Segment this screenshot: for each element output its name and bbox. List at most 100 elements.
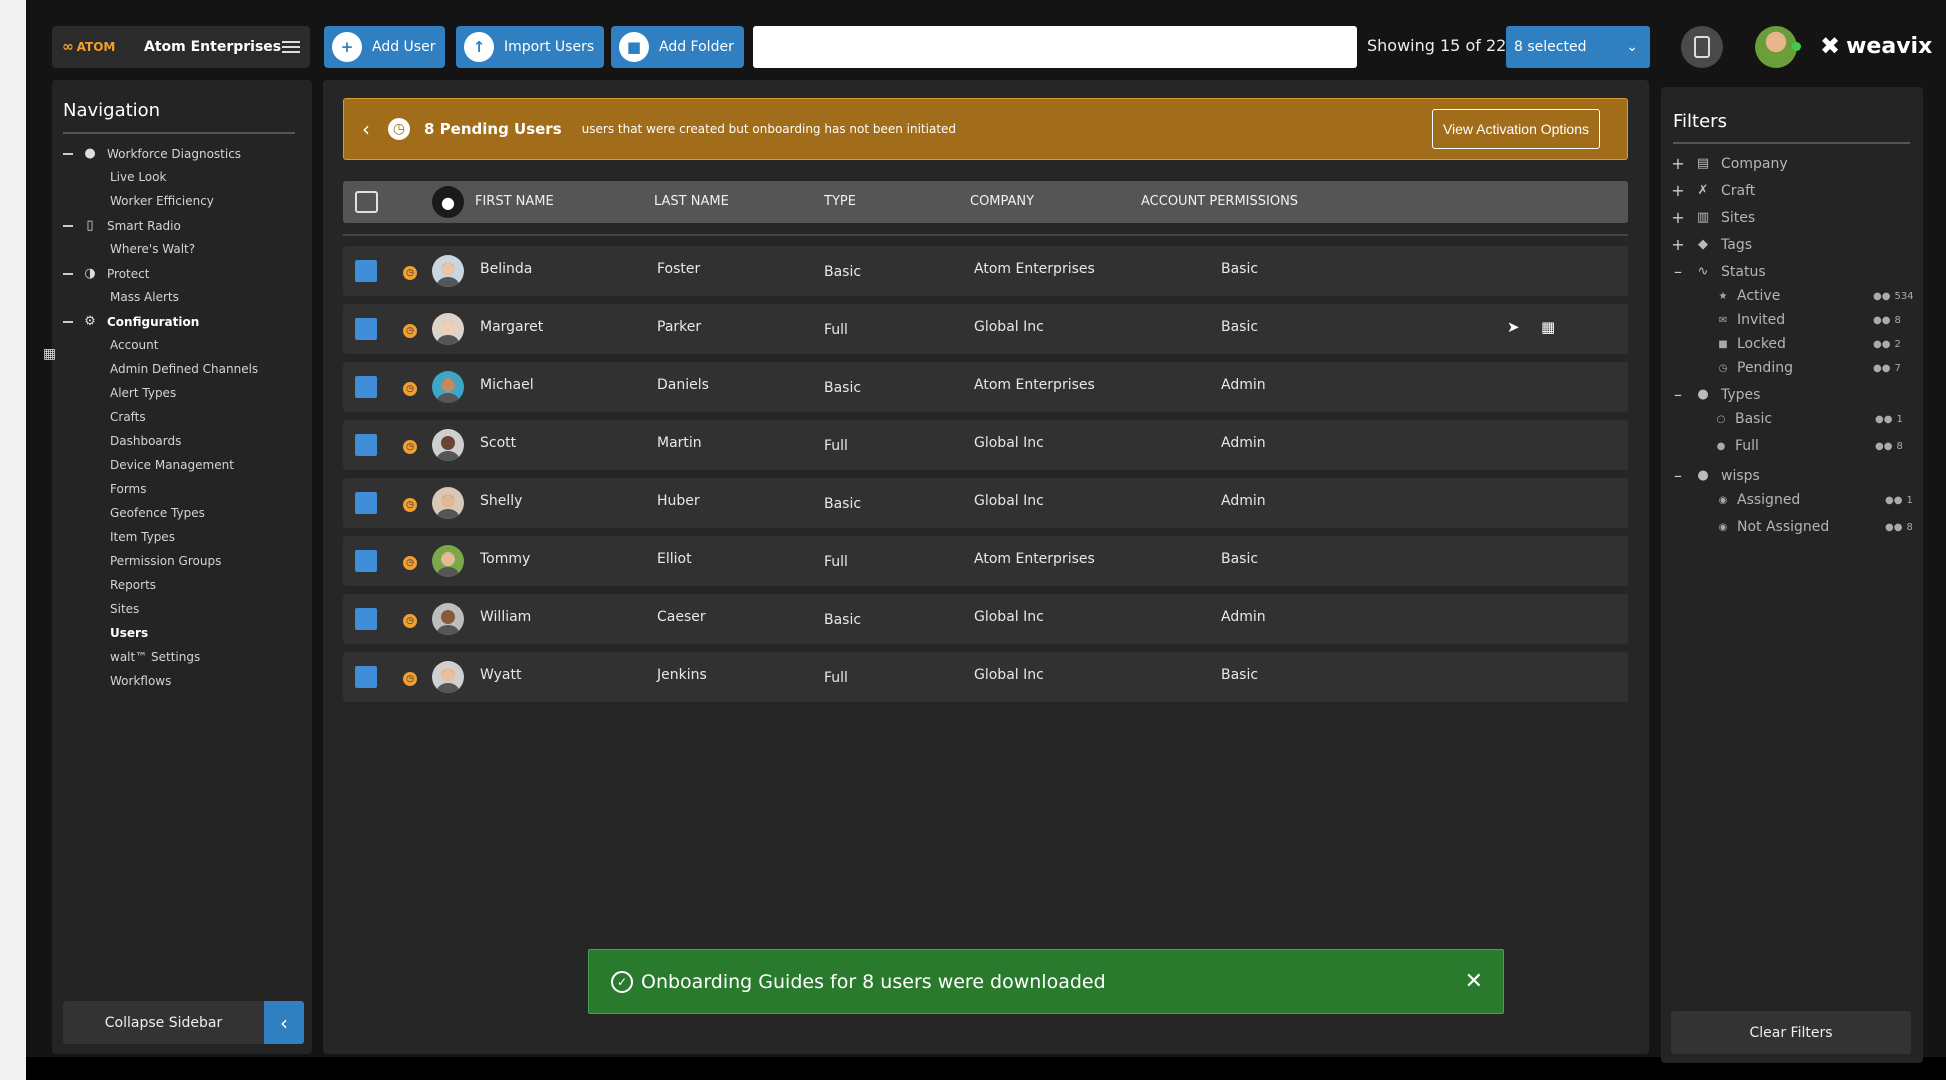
nav-item-forms[interactable]: Forms — [110, 482, 146, 496]
filter-type-full[interactable]: ● Full — [1715, 438, 1759, 454]
tools-icon: ✗ — [1697, 183, 1709, 198]
nav-item-device-management[interactable]: Device Management — [110, 458, 234, 472]
filter-wisps[interactable]: – ● wisps — [1671, 466, 1760, 485]
nav-item-item-types[interactable]: Item Types — [110, 530, 175, 544]
table-row[interactable]: ◷ Tommy Elliot Full Atom Enterprises Basic — [343, 536, 1628, 586]
user-type: Full — [824, 322, 848, 338]
wisp-icon: ◉ — [1718, 521, 1728, 533]
table-row[interactable]: ◷ Shelly Huber Basic Global Inc Admin — [343, 478, 1628, 528]
nav-group-protect[interactable]: ◑ Protect — [63, 266, 149, 281]
filter-status-pending[interactable]: ◷ Pending — [1717, 360, 1793, 376]
nav-group-smart-radio[interactable]: ▯ Smart Radio — [63, 218, 181, 233]
row-checkbox[interactable] — [355, 318, 377, 340]
user-avatar[interactable] — [1755, 26, 1801, 68]
clear-filters-button[interactable]: Clear Filters — [1671, 1011, 1911, 1054]
add-folder-button[interactable]: ■ Add Folder — [611, 26, 744, 68]
view-activation-options-button[interactable]: View Activation Options — [1431, 109, 1600, 149]
row-checkbox[interactable] — [355, 434, 377, 456]
back-chevron-icon[interactable]: ‹ — [362, 117, 370, 141]
nav-item-workflows[interactable]: Workflows — [110, 674, 171, 688]
avatar — [432, 603, 464, 635]
nav-item-wheres-walt[interactable]: Where's Walt? — [110, 242, 195, 256]
search-input[interactable] — [753, 26, 1357, 68]
pending-clock-icon: ◷ — [403, 556, 417, 570]
account-permissions: Admin — [1221, 493, 1266, 509]
nav-item-mass-alerts[interactable]: Mass Alerts — [110, 290, 179, 304]
row-checkbox[interactable] — [355, 666, 377, 688]
people-icon: ●● — [1873, 363, 1891, 374]
table-row[interactable]: ◷ Margaret Parker Full Global Inc Basic ➤ ▦ — [343, 304, 1628, 354]
import-users-button[interactable]: ↑ Import Users — [456, 26, 605, 68]
table-row[interactable]: ◷ Wyatt Jenkins Full Global Inc Basic — [343, 652, 1628, 702]
menu-icon[interactable] — [282, 41, 300, 53]
filter-tags[interactable]: + ◆ Tags — [1671, 235, 1752, 254]
nav-item-dashboards[interactable]: Dashboards — [110, 434, 181, 448]
people-icon: ●● — [1873, 339, 1891, 350]
selection-dropdown[interactable]: 8 selected ⌄ — [1506, 26, 1650, 68]
col-first-name[interactable]: FIRST NAME — [475, 194, 554, 209]
collapse-sidebar-button[interactable]: Collapse Sidebar — [63, 1001, 264, 1044]
close-icon[interactable]: ✕ — [1465, 969, 1483, 994]
wisp-icon: ● — [1697, 468, 1709, 483]
filter-status-invited[interactable]: ✉ Invited — [1717, 312, 1785, 328]
nav-group-workforce-diagnostics[interactable]: ● Workforce Diagnostics — [63, 146, 241, 161]
filter-company[interactable]: + ▤ Company — [1671, 154, 1787, 173]
nav-item-geofence-types[interactable]: Geofence Types — [110, 506, 205, 520]
nav-item-crafts[interactable]: Crafts — [110, 410, 146, 424]
filter-status-locked[interactable]: ■ Locked — [1717, 336, 1786, 352]
org-switcher[interactable]: ∞ ATOM Atom Enterprises — [52, 26, 310, 68]
weavix-logo: ✖ weavix — [1820, 32, 1933, 60]
filter-sites[interactable]: + ▥ Sites — [1671, 208, 1755, 227]
row-checkbox[interactable] — [355, 550, 377, 572]
filter-status-active[interactable]: ★ Active — [1717, 288, 1781, 304]
site-icon: ▥ — [1696, 210, 1710, 225]
first-name: William — [480, 609, 532, 625]
nav-item-permission-groups[interactable]: Permission Groups — [110, 554, 221, 568]
table-row[interactable]: ◷ William Caeser Basic Global Inc Admin — [343, 594, 1628, 644]
send-icon[interactable]: ➤ — [1507, 318, 1520, 336]
filter-types[interactable]: – ● Types — [1671, 385, 1760, 404]
filter-wisps-not-assigned[interactable]: ◉ Not Assigned — [1717, 519, 1830, 535]
chevron-left-icon[interactable]: ‹ — [264, 1001, 304, 1044]
nav-item-alert-types[interactable]: Alert Types — [110, 386, 176, 400]
qr-code-icon[interactable]: ▦ — [1541, 318, 1555, 336]
row-checkbox[interactable] — [355, 260, 377, 282]
first-name: Michael — [480, 377, 534, 393]
table-row[interactable]: ◷ Scott Martin Full Global Inc Admin — [343, 420, 1628, 470]
nav-item-walt-settings[interactable]: walt™ Settings — [110, 650, 200, 664]
select-all-checkbox[interactable] — [355, 191, 378, 213]
bottom-band — [26, 1057, 1946, 1080]
device-button[interactable] — [1681, 26, 1723, 68]
nav-group-configuration[interactable]: ⚙ Configuration — [63, 314, 199, 329]
success-toast: ✓ Onboarding Guides for 8 users were dow… — [588, 949, 1504, 1014]
table-row[interactable]: ◷ Belinda Foster Basic Atom Enterprises Basic — [343, 246, 1628, 296]
first-name: Scott — [480, 435, 517, 451]
row-checkbox[interactable] — [355, 608, 377, 630]
table-row[interactable]: ◷ Michael Daniels Basic Atom Enterprises Admi… — [343, 362, 1628, 412]
col-last-name[interactable]: LAST NAME — [654, 194, 729, 209]
row-checkbox[interactable] — [355, 492, 377, 514]
filter-wisps-assigned[interactable]: ◉ Assigned — [1717, 492, 1801, 508]
nav-item-reports[interactable]: Reports — [110, 578, 156, 592]
row-checkbox[interactable] — [355, 376, 377, 398]
nav-item-worker-efficiency[interactable]: Worker Efficiency — [110, 194, 214, 208]
header-divider — [343, 234, 1628, 236]
last-name: Jenkins — [657, 667, 707, 683]
filter-status[interactable]: – ∿ Status — [1671, 262, 1766, 281]
nav-item-sites[interactable]: Sites — [110, 602, 139, 616]
nav-item-live-look[interactable]: Live Look — [110, 170, 166, 184]
company: Atom Enterprises — [974, 551, 1095, 567]
col-account-permissions[interactable]: ACCOUNT PERMISSIONS — [1141, 194, 1298, 209]
first-name: Belinda — [480, 261, 533, 277]
filter-craft[interactable]: + ✗ Craft — [1671, 181, 1755, 200]
col-type[interactable]: TYPE — [824, 194, 856, 209]
wisp-icon: ◉ — [1718, 494, 1728, 506]
col-company[interactable]: COMPANY — [970, 194, 1034, 209]
nav-item-account[interactable]: Account — [110, 338, 158, 352]
nav-item-users[interactable]: Users — [110, 626, 148, 640]
filter-type-basic[interactable]: ○ Basic — [1715, 411, 1772, 427]
nav-item-admin-defined-channels[interactable]: Admin Defined Channels — [110, 362, 258, 376]
add-user-button[interactable]: + Add User — [324, 26, 446, 68]
qr-code-icon[interactable]: ▦ — [43, 346, 56, 362]
avatar — [432, 429, 464, 461]
